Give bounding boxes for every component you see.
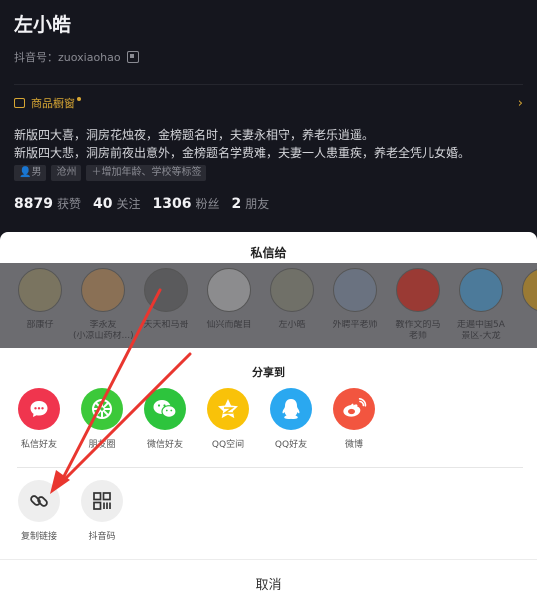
stat-number: 8879 (14, 196, 53, 212)
qrcode-small-icon[interactable] (126, 51, 139, 63)
contact-name: 天天和马哥 (143, 320, 189, 330)
qrcode-icon (81, 480, 123, 522)
avatar (207, 268, 251, 312)
share-item-label: 抖音码 (88, 532, 116, 542)
stat-label: 关注 (116, 197, 141, 211)
share-qq-button[interactable]: QQ好友 (261, 388, 321, 450)
avatar (144, 268, 188, 312)
contact-list[interactable]: 部康仔 李永友 (小凉山药材...) 天天和马哥 仙兴而醒目 左小皓 外聘平老师… (0, 263, 537, 348)
share-wechat-button[interactable]: 微信好友 (135, 388, 195, 450)
avatar (333, 268, 377, 312)
contact-item[interactable]: 仙兴而醒目 (199, 268, 259, 331)
share-sheet: 私信给 部康仔 李永友 (小凉山药材...) 天天和马哥 仙兴而醒目 左小皓 外… (0, 232, 537, 606)
male-icon: 👤 (19, 167, 32, 178)
gender-tag-text: 男 (31, 167, 42, 178)
share-dm-friend-button[interactable]: 私信好友 (9, 388, 69, 450)
contact-item[interactable]: 部康仔 (10, 268, 70, 331)
share-row-divider (17, 467, 523, 468)
share-item-label: QQ空间 (211, 440, 245, 450)
share-item-label: QQ好友 (274, 440, 308, 450)
stat-label: 朋友 (245, 197, 270, 211)
shop-icon (14, 98, 25, 108)
contact-name: 部康仔 (26, 320, 54, 330)
contact-item[interactable]: 外聘平老师 (325, 268, 385, 331)
stat-number: 1306 (152, 196, 192, 212)
stat-number: 2 (231, 196, 242, 212)
avatar (81, 268, 125, 312)
dm-title: 私信给 (250, 246, 287, 260)
message-icon (18, 388, 60, 430)
profile-name: 左小皓 (14, 14, 72, 36)
profile-divider (14, 84, 523, 85)
share-moments-button[interactable]: 朋友圈 (72, 388, 132, 450)
profile-tags: 👤男 沧州 ＋增加年龄、学校等标签 (14, 165, 207, 181)
contact-item[interactable]: 副 (514, 268, 537, 331)
contact-name-line2: 景区-大龙 (461, 331, 501, 341)
new-dot (77, 97, 81, 101)
bio-line: 新版四大喜，洞房花烛夜，金榜题名时，夫妻永相守，养老乐逍遥。 (14, 128, 375, 142)
gender-tag: 👤男 (14, 165, 47, 181)
contact-name: 副 (514, 320, 537, 331)
chevron-right-icon: › (517, 95, 523, 111)
share-item-label: 复制链接 (20, 532, 57, 542)
share-weibo-button[interactable]: 微博 (324, 388, 384, 450)
share-item-label: 微博 (344, 440, 363, 450)
contact-name: 教作文的马 (395, 320, 441, 330)
stat-following[interactable]: 40 关注 (93, 193, 141, 212)
avatar (18, 268, 62, 312)
contact-name-line2: (小凉山药材...) (73, 331, 133, 341)
contact-name-line2: 老师 (408, 331, 427, 341)
cancel-divider (0, 559, 537, 560)
contact-name: 李永友 (89, 320, 117, 330)
avatar (396, 268, 440, 312)
bio: 新版四大喜，洞房花烛夜，金榜题名时，夫妻永相守，养老乐逍遥。 新版四大悲，洞房前… (14, 126, 470, 162)
share-item-label: 朋友圈 (88, 440, 116, 450)
contact-item[interactable]: 李永友 (小凉山药材...) (73, 268, 133, 342)
contact-name: 走遍中国5A (457, 320, 505, 330)
contact-item[interactable]: 左小皓 (262, 268, 322, 331)
contact-name: 左小皓 (278, 320, 306, 330)
shop-window-row[interactable]: 商品橱窗 › (14, 94, 523, 112)
cancel-button[interactable]: 取消 (0, 574, 537, 593)
moments-icon (81, 388, 123, 430)
wechat-icon (144, 388, 186, 430)
profile-stats: 8879 获赞 40 关注 1306 粉丝 2 朋友 (14, 193, 269, 212)
douyin-code-button[interactable]: 抖音码 (72, 480, 132, 542)
stat-number: 40 (92, 196, 113, 212)
douyin-id: 抖音号：zuoxiaohao (14, 49, 139, 65)
add-tags-button[interactable]: ＋增加年龄、学校等标签 (86, 165, 207, 181)
share-item-label: 私信好友 (20, 440, 57, 450)
share-title: 分享到 (252, 366, 285, 379)
profile-header: 左小皓 抖音号：zuoxiaohao 商品橱窗 › 新版四大喜，洞房花烛夜，金榜… (0, 0, 537, 232)
avatar (522, 268, 537, 312)
avatar (270, 268, 314, 312)
location-tag: 沧州 (51, 165, 82, 181)
stat-followers[interactable]: 1306 粉丝 (152, 193, 219, 212)
stat-likes[interactable]: 8879 获赞 (14, 193, 81, 212)
contact-item[interactable]: 走遍中国5A 景区-大龙 (451, 268, 511, 342)
stat-label: 获赞 (56, 197, 81, 211)
bio-line: 新版四大悲，洞房前夜出意外，金榜题名学费难，夫妻一人患重疾，养老全凭儿女婚。 (14, 146, 471, 160)
avatar (459, 268, 503, 312)
qzone-icon (207, 388, 249, 430)
stat-label: 粉丝 (195, 197, 220, 211)
contact-name: 外聘平老师 (332, 320, 378, 330)
copy-link-button[interactable]: 复制链接 (9, 480, 69, 542)
stat-friends[interactable]: 2 朋友 (231, 193, 269, 212)
contact-item[interactable]: 教作文的马 老师 (388, 268, 448, 342)
douyin-id-text: 抖音号：zuoxiaohao (14, 51, 121, 64)
share-item-label: 微信好友 (146, 440, 183, 450)
contact-name: 仙兴而醒目 (206, 320, 252, 330)
weibo-icon (333, 388, 375, 430)
qq-icon (270, 388, 312, 430)
link-icon (18, 480, 60, 522)
contact-item[interactable]: 天天和马哥 (136, 268, 196, 331)
share-qzone-button[interactable]: QQ空间 (198, 388, 258, 450)
shop-window-label: 商品橱窗 (31, 97, 75, 110)
